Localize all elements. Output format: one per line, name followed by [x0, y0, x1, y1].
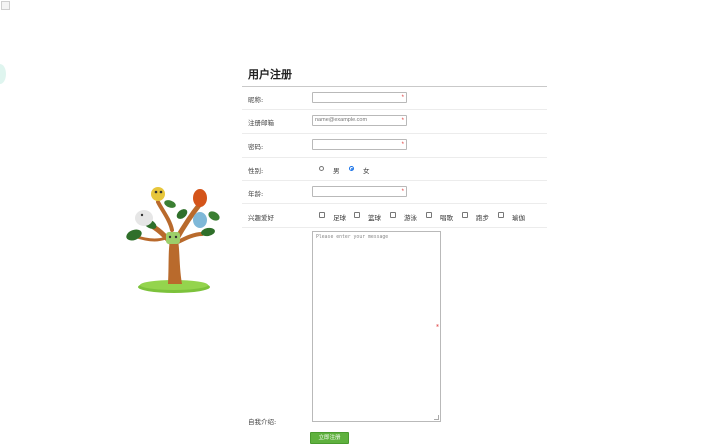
hobbies-label: 兴趣爱好 — [248, 214, 274, 222]
password-label: 密码: — [248, 143, 264, 151]
email-label: 注册邮箱 — [248, 119, 274, 127]
gender-female-radio[interactable] — [349, 166, 354, 171]
hobbies-row: 兴趣爱好 足球 篮球 游泳 唱歌 跑步 瑜伽 — [242, 204, 547, 228]
email-row: 注册邮箱 name@example.com * — [242, 110, 547, 134]
hobby-football-checkbox[interactable] — [319, 212, 325, 218]
gender-row: 性别: 男 女 — [242, 158, 547, 181]
age-label: 年龄: — [248, 190, 264, 198]
hobby-football-label[interactable]: 足球 — [333, 212, 346, 222]
required-mark: * — [401, 95, 404, 101]
resize-grip-icon[interactable] — [434, 415, 439, 420]
hobby-singing-checkbox[interactable] — [426, 212, 432, 218]
broken-image-icon — [1, 1, 10, 10]
age-row: 年龄: * — [242, 181, 547, 204]
gender-label: 性别: — [248, 167, 264, 175]
register-button[interactable]: 立即注册 — [310, 432, 349, 444]
required-mark: * — [401, 189, 404, 195]
required-mark: * — [436, 324, 439, 331]
nickname-input[interactable]: * — [312, 92, 407, 103]
hobby-running-label[interactable]: 跑步 — [476, 212, 489, 222]
intro-textarea[interactable]: Please enter your message — [312, 231, 441, 422]
nickname-row: 昵称: * — [242, 87, 547, 110]
hobby-basketball-label[interactable]: 篮球 — [368, 212, 381, 222]
hobby-running-checkbox[interactable] — [462, 212, 468, 218]
form-title: 用户注册 — [242, 64, 547, 87]
intro-row: 自我介绍: Please enter your message * — [242, 228, 547, 426]
age-input[interactable]: * — [312, 186, 407, 197]
hobby-yoga-checkbox[interactable] — [498, 212, 504, 218]
password-row: 密码: * — [242, 134, 547, 158]
hobby-swimming-checkbox[interactable] — [390, 212, 396, 218]
hobby-swimming-label[interactable]: 游泳 — [404, 212, 417, 222]
hobby-singing-label[interactable]: 唱歌 — [440, 212, 453, 222]
nickname-label: 昵称: — [248, 96, 264, 104]
decorative-blob — [0, 64, 6, 84]
registration-form: 用户注册 昵称: * 注册邮箱 name@example.com * 密码: *… — [242, 64, 547, 426]
gender-male-label[interactable]: 男 — [333, 165, 340, 175]
required-mark: * — [401, 118, 404, 124]
intro-label: 自我介绍: — [248, 418, 277, 426]
email-input[interactable]: name@example.com * — [312, 115, 407, 126]
tree-illustration — [126, 187, 220, 293]
email-placeholder: name@example.com — [315, 117, 368, 123]
hobby-basketball-checkbox[interactable] — [354, 212, 360, 218]
gender-male-radio[interactable] — [319, 166, 324, 171]
intro-placeholder: Please enter your message — [316, 235, 389, 240]
hobby-yoga-label[interactable]: 瑜伽 — [512, 212, 525, 222]
gender-female-label[interactable]: 女 — [363, 165, 370, 175]
required-mark: * — [401, 142, 404, 148]
password-input[interactable]: * — [312, 139, 407, 150]
